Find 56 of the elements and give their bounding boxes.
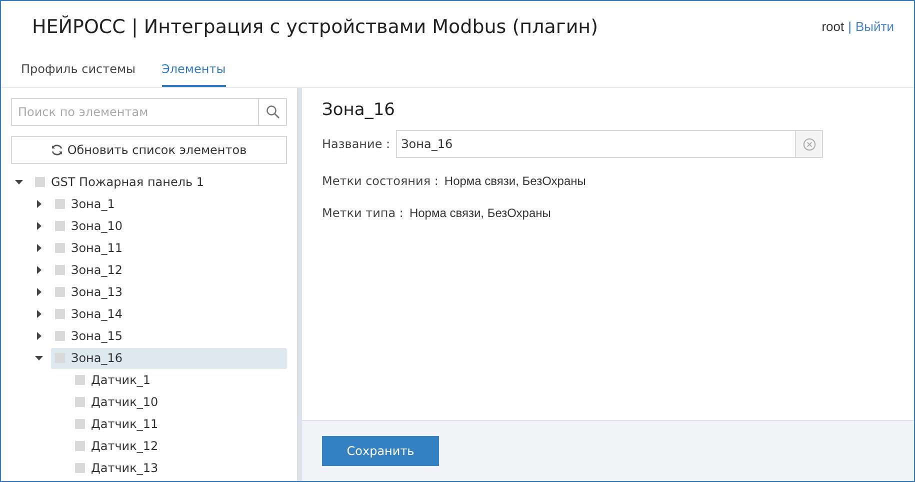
node-square-icon [75,463,85,473]
node-square-icon [55,331,65,341]
property-label: Метки состояния : [322,174,438,188]
tree-item[interactable]: Зона_16 [51,348,287,368]
search-field[interactable]: Поиск по элементам [11,98,258,126]
refresh-icon [51,144,64,156]
collapse-arrow-icon[interactable] [35,354,43,362]
expand-arrow-icon[interactable] [35,222,43,230]
property-value: Норма связи, БезОхраны [444,174,586,188]
node-square-icon [35,177,45,187]
field-label: Название : [322,137,390,151]
tree-item[interactable]: Зона_14 [51,304,287,324]
detail-heading: Зона_16 [322,100,396,120]
node-square-icon [75,397,85,407]
collapse-arrow-icon[interactable] [15,178,23,186]
logout-link[interactable]: Выйти [856,18,894,34]
tree-item[interactable]: Зона_11 [51,238,287,258]
clear-icon [802,138,816,150]
expand-arrow-icon[interactable] [35,288,43,296]
search-icon [266,105,280,119]
tree-item[interactable]: Зона_13 [51,282,287,302]
node-square-icon [75,375,85,385]
tree-item[interactable]: Зона_12 [51,260,287,280]
tree-item[interactable]: GST Пожарная панель 1 [31,172,287,192]
property-label: Метки типа : [322,206,404,220]
tree-item[interactable]: Датчик_1 [71,370,287,390]
name-field[interactable]: Зона_16 [396,130,796,158]
node-square-icon [55,243,65,253]
tree-item[interactable]: Датчик_12 [71,436,287,456]
refresh-button[interactable]: Обновить список элементов [11,136,287,164]
node-square-icon [55,265,65,275]
tree-item[interactable]: Зона_10 [51,216,287,236]
expand-arrow-icon[interactable] [35,244,43,252]
tree-item[interactable]: Датчик_10 [71,392,287,412]
node-square-icon [55,199,65,209]
tab[interactable]: Профиль системы [21,53,136,87]
node-square-icon [75,419,85,429]
separator: | [848,18,852,34]
tree-item[interactable]: Зона_1 [51,194,287,214]
tree-item[interactable]: Зона_15 [51,326,287,346]
save-button[interactable]: Сохранить [322,436,439,466]
node-square-icon [55,309,65,319]
expand-arrow-icon[interactable] [35,266,43,274]
expand-arrow-icon[interactable] [35,310,43,318]
node-square-icon [55,287,65,297]
tree-item[interactable]: Датчик_11 [71,414,287,434]
property-value: Норма связи, БезОхраны [409,206,551,220]
node-square-icon [75,441,85,451]
search-button[interactable] [258,98,287,126]
user-name: root [822,18,844,34]
tree-item[interactable]: Датчик_13 [71,458,287,478]
app-title: НЕЙРОСС | Интеграция с устройствами Modbus (плагин) [32,16,598,38]
tab[interactable]: Элементы [162,53,226,87]
node-square-icon [55,221,65,231]
expand-arrow-icon[interactable] [35,332,43,340]
expand-arrow-icon[interactable] [35,200,43,208]
